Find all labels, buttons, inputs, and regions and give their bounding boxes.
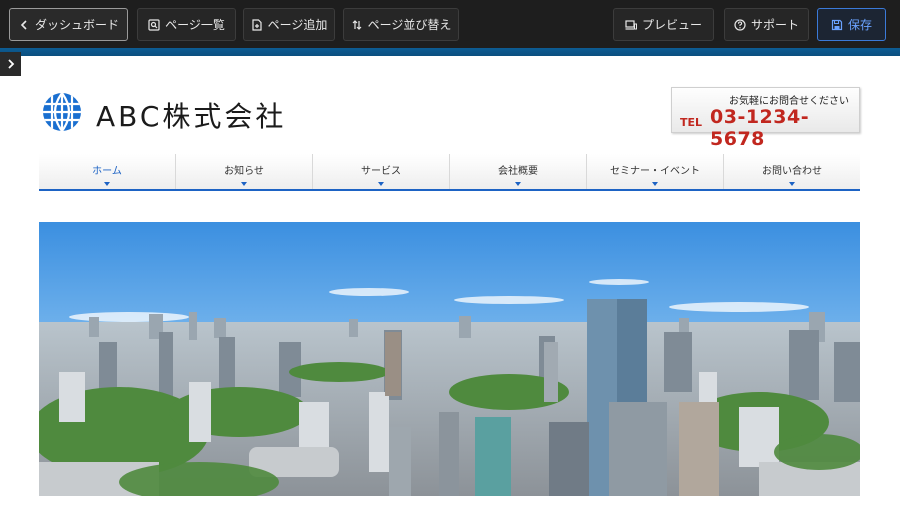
chevron-right-icon: [7, 59, 14, 69]
nav-item-company[interactable]: 会社概要: [449, 154, 586, 189]
hero-cityscape-image: [39, 222, 860, 496]
dashboard-label: ダッシュボード: [34, 18, 119, 32]
contact-message: お気軽にお問合せください: [729, 96, 849, 107]
nav-item-contact[interactable]: お問い合わせ: [723, 154, 860, 189]
preview-button[interactable]: プレビュー: [613, 8, 714, 41]
caret-down-icon: [104, 182, 110, 186]
toolbar-accent-bar: [0, 48, 900, 56]
devices-icon: [625, 19, 637, 30]
search-page-icon: [148, 18, 160, 31]
chevron-left-icon: [20, 19, 27, 30]
reorder-pages-button[interactable]: ページ並び替え: [343, 8, 459, 41]
nav-item-label: 会社概要: [498, 166, 538, 177]
add-page-label: ページ追加: [267, 18, 328, 32]
sidebar-toggle-button[interactable]: [0, 52, 21, 76]
page-list-button[interactable]: ページ一覧: [137, 8, 236, 41]
page-list-label: ページ一覧: [165, 18, 225, 32]
nav-item-label: サービス: [361, 166, 401, 177]
reorder-pages-label: ページ並び替え: [367, 18, 452, 32]
company-name: ABC株式会社: [96, 100, 287, 133]
nav-item-news[interactable]: お知らせ: [175, 154, 312, 189]
main-navigation: ホーム お知らせ サービス 会社概要 セミナー・イベント お問い合わせ: [39, 154, 860, 191]
add-page-icon: [252, 18, 262, 31]
nav-item-seminars[interactable]: セミナー・イベント: [586, 154, 723, 189]
caret-down-icon: [652, 182, 658, 186]
caret-down-icon: [241, 182, 247, 186]
tel-number: 03-1234-5678: [710, 106, 810, 150]
caret-down-icon: [789, 182, 795, 186]
caret-down-icon: [378, 182, 384, 186]
nav-item-label: セミナー・イベント: [610, 166, 700, 177]
contact-box: お気軽にお問合せください TEL 03-1234-5678: [671, 87, 860, 150]
question-circle-icon: [734, 18, 746, 31]
nav-item-label: お知らせ: [224, 166, 264, 177]
caret-down-icon: [515, 182, 521, 186]
nav-item-home[interactable]: ホーム: [39, 154, 175, 189]
save-label: 保存: [847, 18, 872, 32]
support-label: サポート: [750, 18, 799, 32]
nav-item-label: ホーム: [92, 166, 122, 177]
dashboard-button[interactable]: ダッシュボード: [9, 8, 128, 41]
sort-arrows-icon: [352, 19, 362, 30]
add-page-button[interactable]: ページ追加: [243, 8, 335, 41]
preview-label: プレビュー: [641, 18, 702, 32]
save-button[interactable]: 保存: [817, 8, 886, 41]
nav-item-label: お問い合わせ: [762, 166, 822, 177]
nav-item-services[interactable]: サービス: [312, 154, 449, 189]
support-button[interactable]: サポート: [724, 8, 809, 41]
tel-label: TEL: [680, 116, 703, 129]
globe-logo-icon: [40, 92, 84, 132]
floppy-disk-icon: [831, 19, 843, 30]
editor-toolbar: ダッシュボード ページ一覧 ページ追加 ページ並び替え プレビュー サポート 保…: [0, 0, 900, 56]
